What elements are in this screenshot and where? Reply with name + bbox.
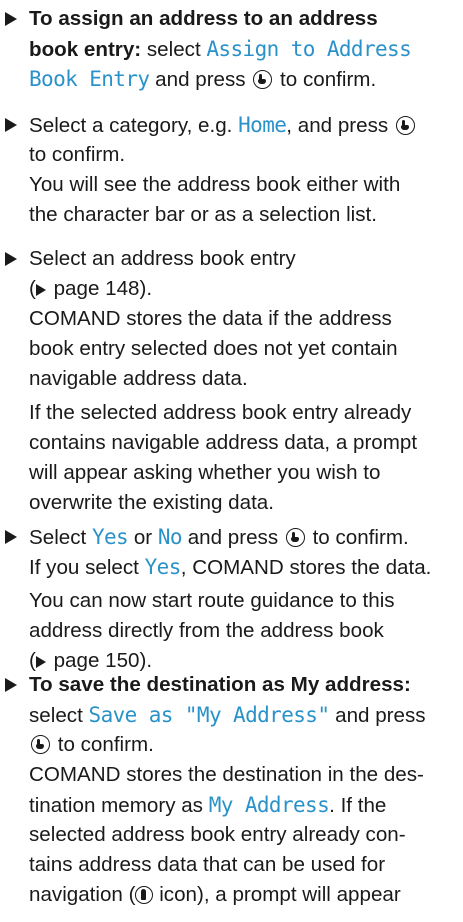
push-controller-icon — [31, 735, 50, 754]
push-controller-icon — [285, 528, 305, 547]
text: You will see the address book either wit… — [29, 173, 401, 196]
triangle-bullet-icon — [5, 530, 17, 544]
text: If you select — [29, 556, 145, 579]
ui-term-my-address: My Address — [208, 793, 330, 817]
triangle-bullet-icon — [5, 118, 17, 132]
text: the character bar or as a selection list… — [29, 203, 377, 226]
text: and press — [181, 526, 284, 549]
text: and press — [149, 68, 252, 91]
step-heading-cont: book entry: — [29, 38, 142, 61]
triangle-bullet-icon — [5, 252, 17, 266]
manual-page: To assign an address to an address book … — [0, 0, 463, 922]
text: address directly from the address book — [29, 619, 384, 642]
step-heading: To save the destination as My address: — [29, 673, 411, 696]
text: You can now start route guidance to this — [29, 589, 395, 612]
triangle-bullet-icon — [5, 12, 17, 26]
text: navigation ( — [29, 883, 136, 906]
text: to confirm. — [306, 526, 409, 549]
text: COMAND stores the destination in the des… — [29, 763, 424, 786]
text: , COMAND stores the data. — [180, 556, 432, 579]
step-save-my-address: To save the destination as My address: s… — [0, 670, 463, 910]
ui-term-home: Home — [238, 113, 287, 137]
text: will appear asking whether you wish to — [29, 461, 381, 484]
text: Select an address book entry — [29, 247, 296, 270]
step-assign-address: To assign an address to an address book … — [0, 4, 463, 94]
text: ( — [29, 277, 36, 300]
text: or — [128, 526, 158, 549]
text: selected address book entry already con- — [29, 823, 406, 846]
page-ref[interactable]: page 148). — [48, 277, 152, 300]
page-reference-icon — [35, 284, 46, 296]
text: to confirm. — [29, 143, 126, 166]
text: COMAND stores the data if the address — [29, 307, 392, 330]
text: tains address data that can be used for — [29, 853, 386, 876]
text: select — [29, 704, 89, 727]
text: book entry selected does not yet contain — [29, 337, 398, 360]
text: tination memory as — [29, 794, 209, 817]
ui-term-save-as: Save as "My Address" — [88, 703, 330, 727]
text: contains navigable address data, a promp… — [29, 431, 418, 454]
text: Select — [29, 526, 92, 549]
page-reference-icon — [35, 656, 46, 668]
ui-term-book-entry: Book Entry — [29, 67, 150, 91]
text: to confirm. — [274, 68, 377, 91]
ui-term-yes: Yes — [144, 555, 182, 579]
text: icon), a prompt will appear — [153, 883, 401, 906]
ui-term-yes: Yes — [91, 525, 129, 549]
text: select — [141, 38, 207, 61]
step-select-category: Select a category, e.g. Home, and press … — [0, 110, 463, 230]
push-controller-icon — [253, 70, 273, 89]
step-select-entry: Select an address book entry ( page 148)… — [0, 244, 463, 518]
text: and press — [329, 704, 426, 727]
step-heading: To assign an address to an address — [29, 7, 378, 30]
page-ref[interactable]: page 150). — [48, 649, 152, 672]
push-controller-icon — [395, 116, 415, 135]
ui-term-assign: Assign to Address — [206, 37, 412, 61]
text: If the selected address book entry alrea… — [29, 401, 412, 424]
triangle-bullet-icon — [5, 678, 17, 692]
text: to confirm. — [52, 733, 154, 756]
navigation-address-icon — [135, 886, 154, 904]
text: ( — [29, 649, 36, 672]
text: , and press — [286, 114, 394, 137]
step-confirm-yes-no: Select Yes or No and press to confirm. I… — [0, 522, 463, 676]
text: navigable address data. — [29, 367, 248, 390]
text: Select a category, e.g. — [29, 114, 239, 137]
text: . If the — [329, 794, 387, 817]
ui-term-no: No — [157, 525, 183, 549]
text: overwrite the existing data. — [29, 491, 274, 514]
